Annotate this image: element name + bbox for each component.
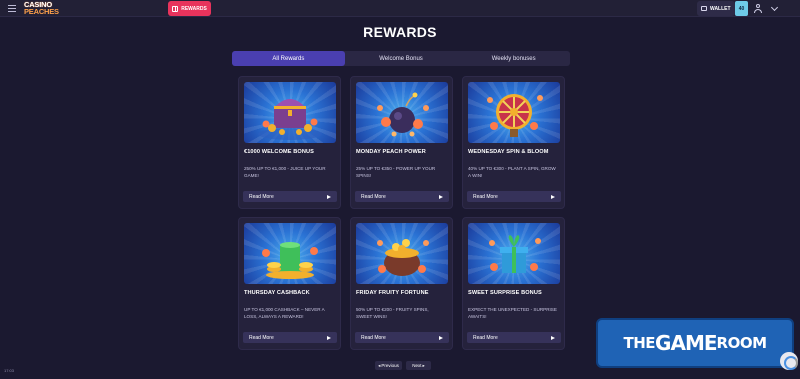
play-icon [439, 194, 443, 199]
reward-card: SWEET SURPRISE BONUS EXPECT THE UNEXPECT… [462, 217, 565, 350]
site-logo[interactable]: CASINO PEACHES [24, 1, 62, 16]
logo-line2: PEACHES [24, 7, 59, 16]
coin-stack-icon [262, 242, 318, 279]
watermark-logo: THE GAME ROOM [596, 318, 794, 368]
reward-image [244, 82, 336, 143]
wallet-button[interactable]: WALLET [697, 1, 735, 16]
reward-card: FRIDAY FRUITY FORTUNE 50% UP TO €200 - F… [350, 217, 453, 350]
reward-description: 250% UP TO €1,000 - JUICE UP YOUR GAME! [244, 166, 326, 178]
footer-time: 17:03 [4, 368, 15, 373]
previous-label: Previous [381, 363, 399, 368]
reward-image [356, 82, 448, 143]
gift-box-icon [489, 235, 541, 273]
read-more-label: Read More [361, 193, 386, 200]
read-more-button[interactable]: Read More [243, 332, 337, 343]
watermark-part2: GAME [655, 331, 717, 355]
tab-weekly-bonuses[interactable]: Weekly bonuses [457, 51, 570, 66]
reward-image [468, 223, 560, 284]
read-more-label: Read More [473, 193, 498, 200]
rewards-button[interactable]: REWARDS [168, 1, 211, 16]
read-more-button[interactable]: Read More [467, 332, 561, 343]
next-page-button[interactable]: Next ▸ [406, 361, 431, 370]
read-more-label: Read More [249, 334, 274, 341]
play-icon [551, 194, 555, 199]
wallet-label: WALLET [710, 5, 731, 12]
chevron-right-icon: ▸ [422, 362, 425, 368]
tab-welcome-bonus[interactable]: Welcome Bonus [345, 51, 458, 66]
reward-title: WEDNESDAY SPIN & BLOOM [468, 149, 549, 155]
reward-description: 25% UP TO €350 - POWER UP YOUR SPINS! [356, 166, 436, 178]
gift-icon [172, 5, 179, 12]
read-more-label: Read More [361, 334, 386, 341]
reward-title: €1000 WELCOME BONUS [244, 149, 314, 155]
tab-all-rewards[interactable]: All Rewards [232, 51, 345, 66]
read-more-button[interactable]: Read More [355, 332, 449, 343]
treasure-chest-icon [258, 99, 322, 140]
reward-title: THURSDAY CASHBACK [244, 290, 310, 296]
reward-description: 50% UP TO €200 - FRUITY SPINS, SWEET WIN… [356, 307, 429, 319]
reward-card: THURSDAY CASHBACK UP TO €1,000 CASHBACK … [238, 217, 341, 350]
menu-icon[interactable] [8, 5, 16, 12]
chevron-down-icon[interactable] [770, 3, 779, 12]
reward-card: €1000 WELCOME BONUS 250% UP TO €1,000 - … [238, 76, 341, 209]
read-more-label: Read More [249, 193, 274, 200]
read-more-button[interactable]: Read More [243, 191, 337, 202]
reward-tabs: All Rewards Welcome Bonus Weekly bonuses [232, 51, 570, 66]
chevron-left-icon: ◂ [378, 362, 381, 368]
previous-page-button[interactable]: ◂ Previous [375, 361, 402, 370]
reward-title: MONDAY PEACH POWER [356, 149, 426, 155]
peach-bomb-icon [377, 92, 429, 137]
wallet-balance-badge[interactable]: 40 [735, 1, 748, 16]
reward-image [356, 223, 448, 284]
play-icon [327, 194, 331, 199]
read-more-button[interactable]: Read More [467, 191, 561, 202]
rewards-button-label: REWARDS [181, 5, 207, 12]
reward-image [468, 82, 560, 143]
read-more-label: Read More [473, 334, 498, 341]
reward-card: WEDNESDAY SPIN & BLOOM 40% UP TO €300 - … [462, 76, 565, 209]
page-title: REWARDS [363, 24, 437, 40]
reward-image [244, 223, 336, 284]
wheel-of-fortune-icon [487, 94, 543, 137]
reward-title: FRIDAY FRUITY FORTUNE [356, 290, 429, 296]
wallet-icon [701, 6, 707, 11]
play-icon [327, 335, 331, 340]
play-icon [439, 335, 443, 340]
user-icon[interactable] [754, 4, 762, 13]
recaptcha-icon[interactable] [780, 352, 798, 370]
reward-description: UP TO €1,000 CASHBACK – NEVER A LOSS, AL… [244, 307, 325, 319]
play-icon [551, 335, 555, 340]
watermark-part1: THE [623, 334, 656, 352]
reward-card: MONDAY PEACH POWER 25% UP TO €350 - POWE… [350, 76, 453, 209]
top-bar: CASINO PEACHES REWARDS WALLET 40 [0, 0, 800, 17]
reward-title: SWEET SURPRISE BONUS [468, 290, 542, 296]
watermark-part3: ROOM [716, 334, 767, 352]
read-more-button[interactable]: Read More [355, 191, 449, 202]
coin-cauldron-icon [377, 239, 429, 276]
next-label: Next [412, 363, 422, 368]
reward-description: 40% UP TO €300 - PLANT A SPIN, GROW A WI… [468, 166, 556, 178]
reward-description: EXPECT THE UNEXPECTED - SURPRISE AWAITS! [468, 307, 557, 319]
